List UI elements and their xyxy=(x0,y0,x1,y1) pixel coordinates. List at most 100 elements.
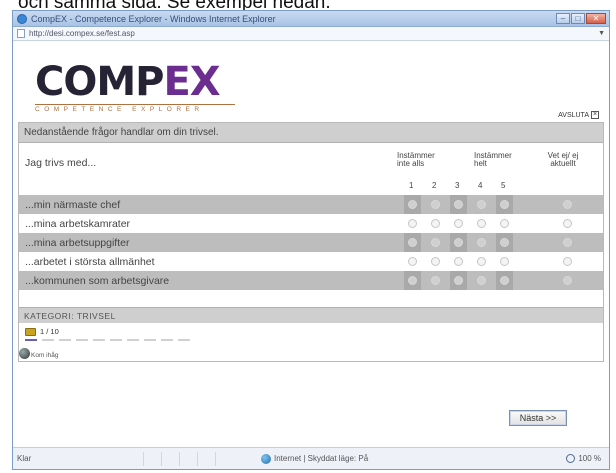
radio-1[interactable] xyxy=(408,238,417,247)
radio-2[interactable] xyxy=(431,238,440,247)
maximize-button[interactable]: □ xyxy=(571,13,585,24)
question-header: Jag trivs med... Instämmer inte alls Ins… xyxy=(19,143,603,195)
scale-number-1: 1 xyxy=(409,181,414,190)
progress-step xyxy=(127,339,139,341)
radio-5[interactable] xyxy=(500,200,509,209)
radio-5[interactable] xyxy=(500,276,509,285)
progress-step xyxy=(178,339,190,341)
scale-unknown-label: Vet ej/ ej aktuellt xyxy=(547,151,579,168)
radio-unknown[interactable] xyxy=(563,200,572,209)
progress-step xyxy=(42,339,54,341)
minimize-button[interactable]: – xyxy=(556,13,570,24)
radio-1[interactable] xyxy=(408,219,417,228)
list-item: ...kommunen som arbetsgivare xyxy=(19,271,603,290)
radio-2[interactable] xyxy=(431,219,440,228)
survey-panel: Nedanstående frågor handlar om din trivs… xyxy=(18,122,604,362)
radio-4[interactable] xyxy=(477,200,486,209)
title-bar: CompEX - Competence Explorer - Windows I… xyxy=(13,11,609,27)
progress-step xyxy=(59,339,71,341)
radio-unknown[interactable] xyxy=(563,219,572,228)
next-button[interactable]: Nästa >> xyxy=(509,410,567,426)
progress-step xyxy=(110,339,122,341)
progress-step xyxy=(161,339,173,341)
list-item: ...mina arbetskamrater xyxy=(19,214,603,233)
row-label: ...min närmaste chef xyxy=(25,198,121,211)
row-label: ...arbetet i största allmänhet xyxy=(25,255,155,268)
radio-3[interactable] xyxy=(454,257,463,266)
intro-text: Nedanstående frågor handlar om din trivs… xyxy=(19,123,603,143)
address-bar[interactable]: http://desi.compex.se/fest.asp ▼ xyxy=(13,27,609,41)
radio-2[interactable] xyxy=(431,257,440,266)
page-icon xyxy=(17,29,25,38)
radio-2[interactable] xyxy=(431,276,440,285)
scale-number-4: 4 xyxy=(478,181,483,190)
zoom-icon xyxy=(566,454,576,463)
radio-3[interactable] xyxy=(454,200,463,209)
avsluta-link[interactable]: AVSLUTA × xyxy=(558,111,599,119)
row-label: ...kommunen som arbetsgivare xyxy=(25,274,170,287)
chevron-down-icon[interactable]: ▼ xyxy=(598,30,605,37)
radio-4[interactable] xyxy=(477,238,486,247)
status-text: Klar xyxy=(17,454,32,463)
list-item: ...mina arbetsuppgifter xyxy=(19,233,603,252)
list-item: ...min närmaste chef xyxy=(19,195,603,214)
url-field[interactable]: http://desi.compex.se/fest.asp xyxy=(29,29,598,38)
folder-icon xyxy=(25,327,36,336)
radio-unknown[interactable] xyxy=(563,276,572,285)
radio-5[interactable] xyxy=(500,219,509,228)
progress-indicator: 1 / 10 xyxy=(25,327,59,336)
radio-4[interactable] xyxy=(477,276,486,285)
question-stem: Jag trivs med... xyxy=(25,157,97,169)
globe-icon xyxy=(261,453,271,464)
status-bar: Klar Internet | Skyddat läge: På 100 % xyxy=(13,447,609,469)
progress-step xyxy=(25,339,37,341)
scale-number-5: 5 xyxy=(501,181,506,190)
radio-2[interactable] xyxy=(431,200,440,209)
browser-window: CompEX - Competence Explorer - Windows I… xyxy=(12,10,610,470)
scale-number-2: 2 xyxy=(432,181,437,190)
radio-4[interactable] xyxy=(477,219,486,228)
row-label: ...mina arbetsuppgifter xyxy=(25,236,130,249)
security-zone[interactable]: Internet | Skyddat läge: På xyxy=(261,453,451,464)
category-bar: KATEGORI: TRIVSEL xyxy=(19,307,603,323)
radio-5[interactable] xyxy=(500,238,509,247)
zoom-control[interactable]: 100 % xyxy=(566,454,601,463)
top-caption: och samma sida. Se exempel nedan. xyxy=(0,0,616,10)
scale-high-label: Instämmer helt xyxy=(474,151,512,168)
logo-text-ex: EX xyxy=(163,59,220,105)
logo-text-comp: COMP xyxy=(35,59,164,105)
avsluta-label: AVSLUTA xyxy=(558,111,589,119)
list-item: ...arbetet i största allmänhet xyxy=(19,252,603,271)
radio-3[interactable] xyxy=(454,219,463,228)
progress-text: 1 / 10 xyxy=(40,327,59,336)
radio-unknown[interactable] xyxy=(563,238,572,247)
scale-low-label: Instämmer inte alls xyxy=(397,151,435,168)
window-title: CompEX - Competence Explorer - Windows I… xyxy=(31,13,276,24)
radio-3[interactable] xyxy=(454,276,463,285)
scale-number-3: 3 xyxy=(455,181,460,190)
progress-step xyxy=(144,339,156,341)
globe-icon xyxy=(19,348,30,359)
zone-text: Internet | Skyddat läge: På xyxy=(274,454,369,463)
radio-5[interactable] xyxy=(500,257,509,266)
reminder: Kom ihåg xyxy=(19,348,58,359)
reminder-text: Kom ihåg xyxy=(31,352,59,359)
compex-logo: COMPEX COMPETENCE EXPLORER xyxy=(35,62,235,113)
progress-step xyxy=(93,339,105,341)
row-label: ...mina arbetskamrater xyxy=(25,217,131,230)
close-button[interactable]: ✕ xyxy=(586,13,606,24)
radio-1[interactable] xyxy=(408,276,417,285)
radio-unknown[interactable] xyxy=(563,257,572,266)
progress-step xyxy=(76,339,88,341)
window-controls: – □ ✕ xyxy=(556,13,606,24)
radio-3[interactable] xyxy=(454,238,463,247)
radio-1[interactable] xyxy=(408,200,417,209)
question-rows: ...min närmaste chef ...mina arbetskamra… xyxy=(19,195,603,290)
radio-1[interactable] xyxy=(408,257,417,266)
zoom-text: 100 % xyxy=(578,454,601,463)
ie-icon xyxy=(17,13,27,24)
logo-subtitle: COMPETENCE EXPLORER xyxy=(35,104,235,113)
page-content: COMPEX COMPETENCE EXPLORER AVSLUTA × Ned… xyxy=(13,42,609,446)
progress-dashes xyxy=(25,339,190,341)
radio-4[interactable] xyxy=(477,257,486,266)
